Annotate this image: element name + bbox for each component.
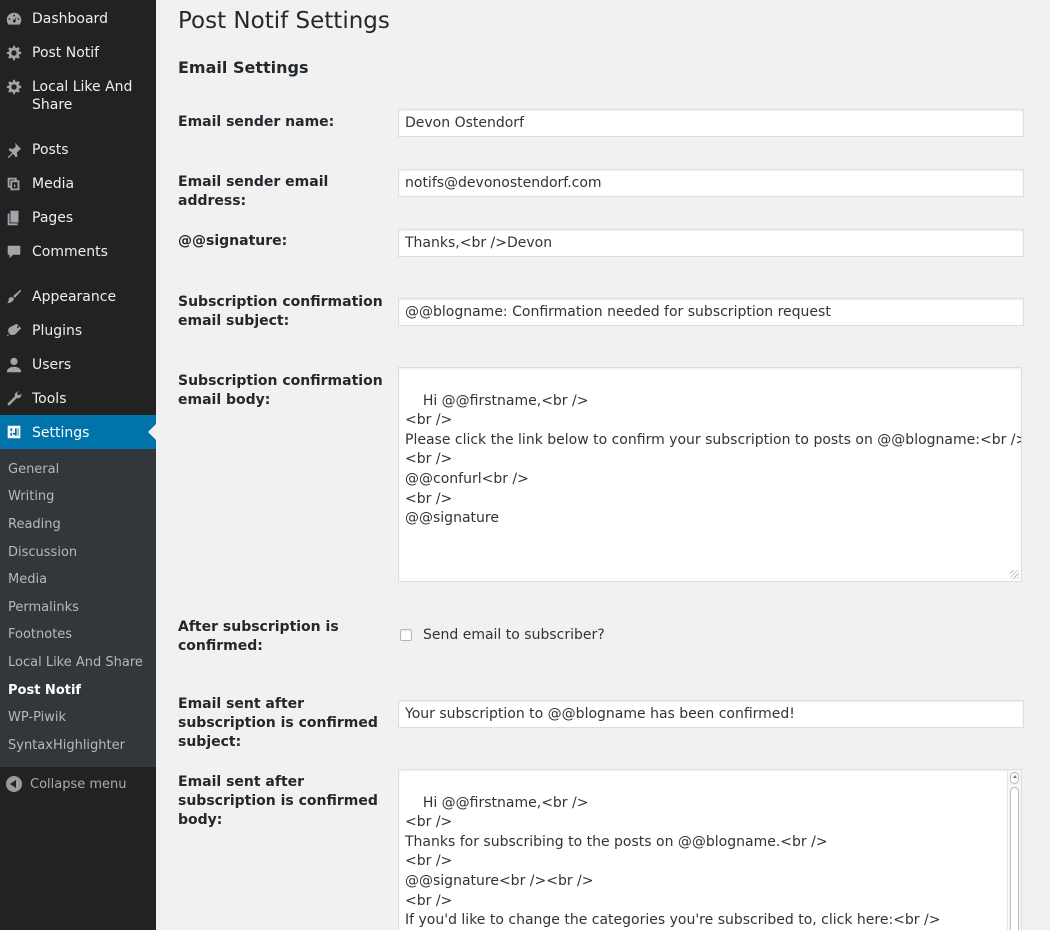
scroll-up-icon[interactable] — [1010, 772, 1019, 784]
collapse-menu-label: Collapse menu — [30, 776, 127, 792]
submenu-permalinks[interactable]: Permalinks — [8, 600, 79, 616]
menu-local-like-and-share[interactable]: Local Like And Share — [0, 77, 140, 114]
settings-icon — [4, 422, 24, 442]
menu-media[interactable]: Media — [0, 174, 156, 194]
settings-submenu: General Writing Reading Discussion Media… — [0, 449, 156, 767]
menu-label: Media — [32, 176, 75, 192]
confirm-subject-input[interactable]: @@blogname: Confirmation needed for subs… — [398, 298, 1024, 326]
confirm-body-textarea[interactable]: Hi @@firstname,<br /> <br /> Please clic… — [398, 367, 1022, 582]
current-menu-arrow — [148, 424, 156, 440]
submenu-post-notif[interactable]: Post Notif — [8, 683, 81, 699]
sender-name-input[interactable]: Devon Ostendorf — [398, 109, 1024, 137]
submenu-syntaxhighlighter[interactable]: SyntaxHighlighter — [8, 738, 125, 754]
send-email-checkbox-label: Send email to subscriber? — [423, 627, 605, 643]
signature-input[interactable]: Thanks,<br />Devon — [398, 229, 1024, 257]
submenu-footnotes[interactable]: Footnotes — [8, 627, 72, 643]
submenu-writing[interactable]: Writing — [8, 489, 54, 505]
after-body-text: Hi @@firstname,<br /> <br /> Thanks for … — [405, 794, 941, 929]
pushpin-icon — [4, 140, 24, 160]
menu-appearance[interactable]: Appearance — [0, 287, 156, 307]
page-title: Post Notif Settings — [178, 8, 390, 34]
scroll-thumb[interactable] — [1010, 787, 1019, 930]
submenu-reading[interactable]: Reading — [8, 517, 61, 533]
menu-label: Users — [32, 357, 72, 373]
comment-icon — [4, 242, 24, 262]
menu-label: Dashboard — [32, 11, 108, 27]
confirm-body-text: Hi @@firstname,<br /> <br /> Please clic… — [405, 392, 1021, 527]
menu-label: Appearance — [32, 289, 117, 305]
pages-icon — [4, 208, 24, 228]
menu-comments[interactable]: Comments — [0, 242, 156, 262]
menu-post-notif[interactable]: Post Notif — [0, 43, 156, 63]
submenu-media[interactable]: Media — [8, 572, 47, 588]
menu-dashboard[interactable]: Dashboard — [0, 9, 156, 29]
menu-label: Comments — [32, 244, 108, 260]
send-email-checkbox-row[interactable]: Send email to subscriber? — [400, 627, 605, 643]
sender-email-label: Email sender email address: — [178, 174, 329, 209]
after-confirm-label: After subscription is confirmed: — [178, 619, 339, 654]
user-icon — [4, 355, 24, 375]
menu-label: Posts — [32, 142, 69, 158]
menu-label: Pages — [32, 210, 74, 226]
after-subject-input[interactable]: Your subscription to @@blogname has been… — [398, 700, 1024, 728]
submenu-discussion[interactable]: Discussion — [8, 545, 77, 561]
textarea-scrollbar[interactable] — [1007, 770, 1021, 930]
after-subject-label: Email sent after subscription is confirm… — [178, 696, 378, 750]
confirm-subject-label: Subscription confirmation email subject: — [178, 294, 383, 329]
menu-label: Settings — [32, 424, 90, 441]
menu-pages[interactable]: Pages — [0, 208, 156, 228]
sender-email-input[interactable]: notifs@devonostendorf.com — [398, 169, 1024, 197]
sender-name-label: Email sender name: — [178, 114, 335, 130]
menu-label: Plugins — [32, 323, 83, 339]
wrench-icon — [4, 389, 24, 409]
after-body-label: Email sent after subscription is confirm… — [178, 774, 378, 828]
send-email-checkbox[interactable] — [400, 629, 412, 641]
gear-icon — [4, 43, 24, 63]
resize-grip-icon[interactable] — [1010, 570, 1019, 579]
submenu-local-like-and-share[interactable]: Local Like And Share — [8, 655, 143, 671]
menu-posts[interactable]: Posts — [0, 140, 156, 160]
menu-plugins[interactable]: Plugins — [0, 321, 156, 341]
section-title: Email Settings — [178, 58, 309, 77]
media-icon — [4, 174, 24, 194]
menu-tools[interactable]: Tools — [0, 389, 156, 409]
menu-label: Tools — [32, 391, 67, 407]
menu-users[interactable]: Users — [0, 355, 156, 375]
paintbrush-icon — [4, 287, 24, 307]
submenu-general[interactable]: General — [8, 462, 59, 478]
admin-sidebar: Dashboard Post Notif Local Like And Shar… — [0, 0, 156, 930]
collapse-menu-button[interactable]: Collapse menu — [6, 776, 127, 792]
after-body-textarea[interactable]: Hi @@firstname,<br /> <br /> Thanks for … — [398, 769, 1022, 930]
menu-settings[interactable]: Settings — [0, 415, 156, 449]
gear-icon — [4, 77, 24, 97]
menu-label: Local Like And Share — [32, 79, 133, 113]
menu-label: Post Notif — [32, 45, 100, 61]
signature-label: @@signature: — [178, 233, 288, 249]
confirm-body-label: Subscription confirmation email body: — [178, 373, 383, 408]
collapse-arrow-icon — [6, 776, 22, 792]
dashboard-icon — [4, 9, 24, 29]
submenu-wp-piwik[interactable]: WP-Piwik — [8, 710, 66, 726]
plugin-icon — [4, 321, 24, 341]
